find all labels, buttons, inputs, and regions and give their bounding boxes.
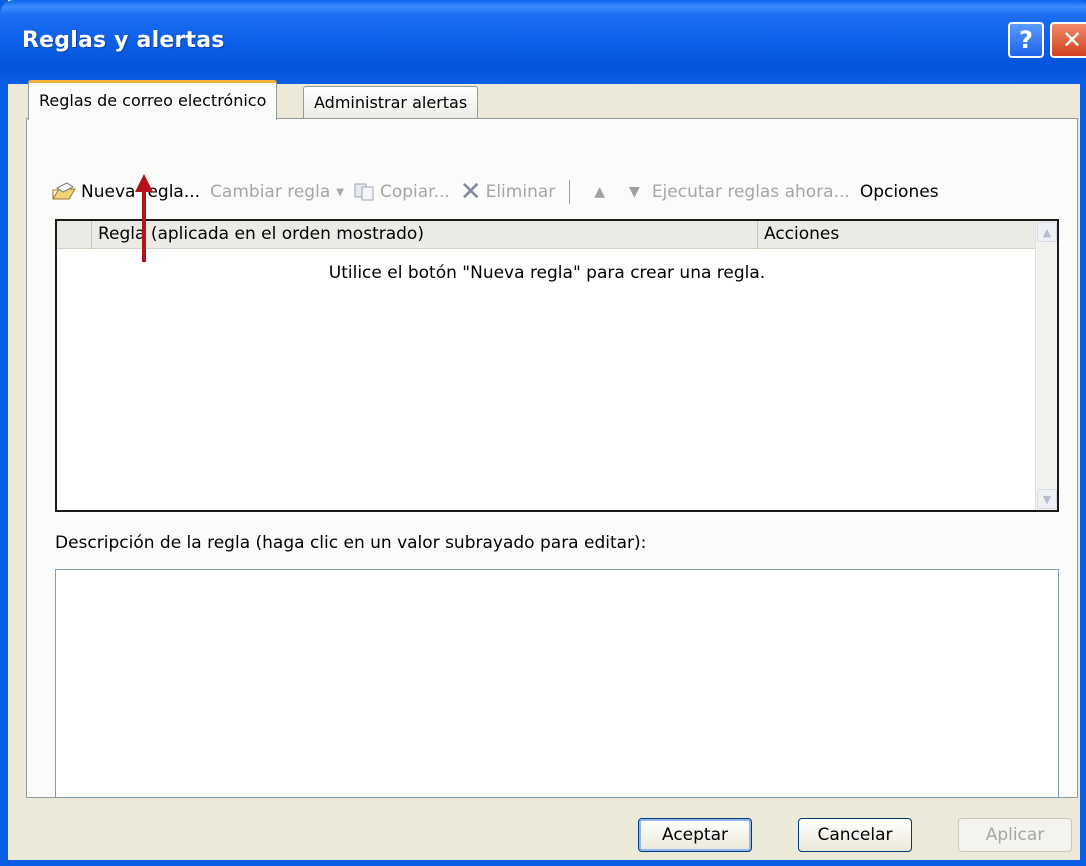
description-box[interactable] [55, 569, 1059, 798]
annotation-arrow-icon [135, 174, 153, 262]
scroll-up-icon[interactable]: ▲ [1037, 222, 1057, 242]
ok-button[interactable]: Aceptar [638, 818, 752, 852]
new-rule-icon [52, 182, 76, 200]
copy-icon [354, 183, 374, 201]
tab-panel: Nueva regla... Cambiar regla ▼ Copiar...… [26, 118, 1078, 798]
cancel-button[interactable]: Cancelar [798, 818, 912, 852]
window-title: Reglas y alertas [22, 28, 225, 53]
list-header: Regla (aplicada en el orden mostrado) Ac… [57, 221, 1037, 249]
run-rules-button[interactable]: Ejecutar reglas ahora... [652, 182, 850, 202]
description-label: Descripción de la regla (haga clic en un… [55, 533, 647, 553]
copy-label: Copiar... [379, 182, 450, 202]
move-up-icon[interactable]: ▲ [594, 184, 605, 200]
tab-email-rules[interactable]: Reglas de correo electrónico [28, 80, 278, 120]
run-rules-label: Ejecutar reglas ahora... [651, 182, 850, 202]
dropdown-arrow-icon: ▼ [336, 186, 344, 198]
delete-rule-button[interactable]: ✕ Eliminar [460, 179, 555, 205]
rules-list[interactable]: Regla (aplicada en el orden mostrado) Ac… [55, 219, 1059, 512]
help-button[interactable]: ? [1008, 22, 1044, 58]
rules-toolbar: Nueva regla... Cambiar regla ▼ Copiar...… [51, 177, 1071, 207]
options-label: Opciones [859, 182, 939, 202]
options-button[interactable]: Opciones [860, 182, 939, 202]
dialog-body: Reglas de correo electrónico Administrar… [8, 80, 1080, 860]
list-scrollbar[interactable]: ▲ ▼ [1035, 221, 1057, 510]
rules-alerts-dialog: Reglas y alertas ? ✕ Reglas de correo el… [0, 0, 1086, 866]
new-rule-button[interactable]: Nueva regla... [51, 181, 200, 203]
tab-manage-alerts[interactable]: Administrar alertas [303, 86, 479, 119]
change-rule-button[interactable]: Cambiar regla ▼ [210, 182, 344, 202]
empty-list-message: Utilice el botón "Nueva regla" para crea… [328, 263, 766, 283]
move-down-icon[interactable]: ▼ [629, 184, 640, 200]
actions-column-header[interactable]: Acciones [757, 221, 1037, 249]
delete-icon: ✕ [459, 177, 482, 207]
checkbox-column-header[interactable] [57, 221, 91, 249]
copy-rule-button[interactable]: Copiar... [354, 182, 450, 202]
delete-label: Eliminar [485, 182, 556, 202]
title-bar[interactable]: Reglas y alertas ? ✕ [0, 0, 1086, 84]
toolbar-separator [569, 180, 571, 204]
rule-column-header[interactable]: Regla (aplicada en el orden mostrado) [91, 221, 757, 249]
change-rule-label: Cambiar regla [210, 182, 331, 202]
close-button[interactable]: ✕ [1050, 22, 1086, 58]
scroll-down-icon[interactable]: ▼ [1037, 489, 1057, 509]
apply-button[interactable]: Aplicar [958, 818, 1072, 852]
